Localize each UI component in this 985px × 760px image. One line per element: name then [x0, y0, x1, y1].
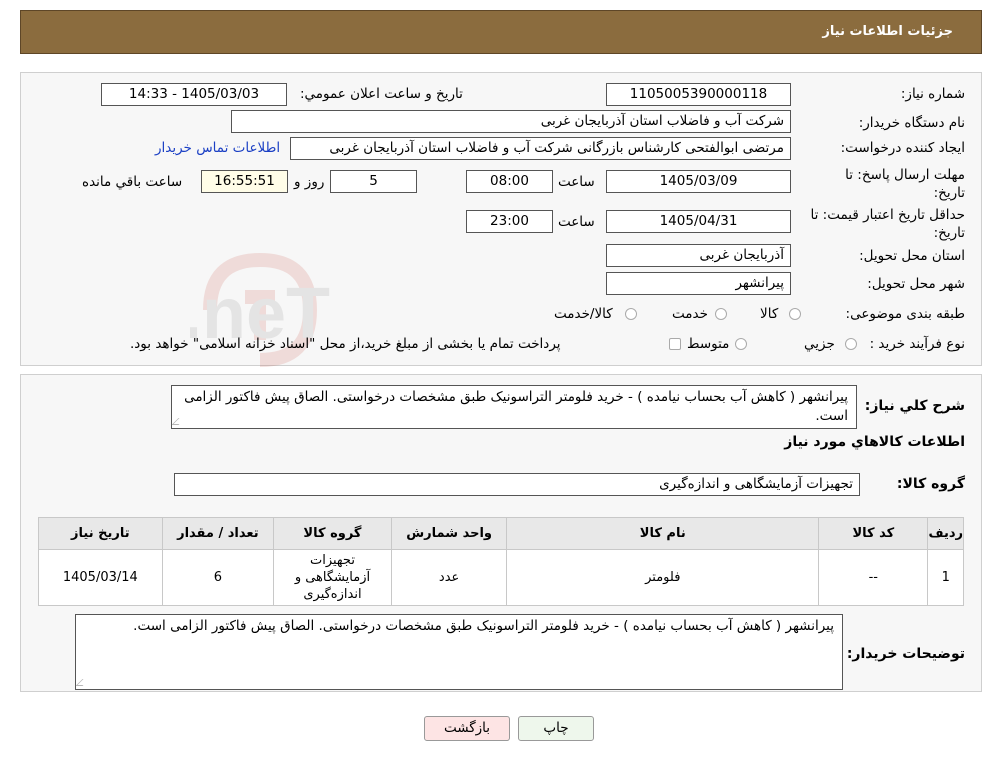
cell-row-number: 1	[927, 549, 964, 606]
category-option-service: خدمت	[672, 306, 708, 322]
buyer-notes-textarea[interactable]: پیرانشهر ( کاهش آب بحساب نیامده ) - خرید…	[75, 614, 843, 690]
deadline-date-field: 1405/03/09	[606, 170, 791, 193]
category-radio-service[interactable]	[715, 308, 727, 320]
category-option-goods-service: کالا/خدمت	[554, 306, 613, 322]
goods-group-label: گروه کالا:	[896, 476, 965, 492]
remaining-time-field: 16:55:51	[201, 170, 288, 193]
description-text: پیرانشهر ( کاهش آب بحساب نیامده ) - خرید…	[184, 389, 848, 424]
col-goods-name: نام کالا	[506, 517, 820, 550]
need-number-field: 1105005390000118	[606, 83, 791, 106]
deadline-label: مهلت ارسال پاسخ: تا تاریخ:	[845, 167, 965, 201]
process-label: نوع فرآیند خرید :	[869, 336, 965, 352]
days-label: روز و	[294, 174, 325, 190]
creator-label: ایجاد کننده درخواست:	[840, 140, 965, 156]
buyer-notes-label: توضيحات خريدار:	[846, 646, 965, 662]
deadline-time-field: 08:00	[466, 170, 553, 193]
buyer-notes-text: پیرانشهر ( کاهش آب بحساب نیامده ) - خرید…	[133, 618, 834, 634]
validity-time-field: 23:00	[466, 210, 553, 233]
description-label: شرح کلي نياز:	[864, 398, 965, 414]
goods-group-field: تجهیزات آزمایشگاهی و اندازه‌گیری	[174, 473, 860, 496]
table-row: 1 -- فلومتر عدد تجهیزات آزمایشگاهی و اند…	[38, 549, 964, 606]
announce-datetime-field: 1405/03/03 - 14:33	[101, 83, 287, 106]
buyer-org-label: نام دستگاه خريدار:	[858, 115, 965, 131]
resize-grip-icon[interactable]	[171, 418, 186, 425]
items-heading: اطلاعات کالاهاي مورد نياز	[784, 434, 965, 450]
process-option-medium: متوسط	[687, 336, 730, 352]
process-option-minor: جزیي	[804, 336, 835, 352]
col-need-date: تاريخ نياز	[38, 517, 163, 550]
buyer-org-field: شرکت آب و فاضلاب استان آذربایجان غربی	[231, 110, 791, 133]
category-option-goods: کالا	[760, 306, 779, 322]
items-table: رديف کد کالا نام کالا واحد شمارش گروه کا…	[38, 517, 964, 606]
deadline-time-label: ساعت	[558, 174, 595, 190]
cell-goods-name: فلومتر	[506, 549, 820, 606]
col-goods-group: گروه کالا	[273, 517, 392, 550]
category-label: طبقه بندی موضوعی:	[845, 306, 965, 322]
cell-need-date: 1405/03/14	[38, 549, 163, 606]
print-button[interactable]: چاپ	[518, 716, 594, 741]
description-textarea[interactable]: پیرانشهر ( کاهش آب بحساب نیامده ) - خرید…	[171, 385, 857, 429]
validity-time-label: ساعت	[558, 214, 595, 230]
process-note: پرداخت تمام یا بخشی از مبلغ خرید،از محل …	[130, 336, 561, 352]
col-quantity: تعداد / مقدار	[161, 517, 275, 550]
days-remaining-field: 5	[330, 170, 417, 193]
province-field: آذربایجان غربی	[606, 244, 791, 267]
cell-unit: عدد	[390, 549, 508, 606]
cell-goods-group: تجهیزات آزمایشگاهی و اندازه‌گیری	[273, 549, 392, 606]
page-title: جزئیات اطلاعات نیاز	[822, 24, 953, 39]
category-radio-goods[interactable]	[789, 308, 801, 320]
page-header: جزئیات اطلاعات نیاز	[20, 10, 982, 54]
back-button[interactable]: بازگشت	[424, 716, 510, 741]
col-row-number: رديف	[927, 517, 964, 550]
category-radio-goods-service[interactable]	[625, 308, 637, 320]
col-goods-code: کد کالا	[818, 517, 929, 550]
watermark-logo: AriaTender.neT	[190, 252, 330, 367]
process-radio-medium[interactable]	[735, 338, 747, 350]
creator-field: مرتضی ابوالفتحی کارشناس بازرگانی شرکت آب…	[290, 137, 791, 160]
need-number-label: شماره نیاز:	[900, 86, 965, 102]
cell-quantity: 6	[161, 549, 275, 606]
table-header-row: رديف کد کالا نام کالا واحد شمارش گروه کا…	[38, 517, 964, 550]
remaining-label: ساعت باقي مانده	[82, 174, 183, 190]
buyer-contact-link[interactable]: اطلاعات تماس خریدار	[155, 140, 280, 156]
validity-date-field: 1405/04/31	[606, 210, 791, 233]
validity-label: حداقل تاریخ اعتبار قیمت: تا تاریخ:	[810, 207, 965, 241]
announce-label: تاریخ و ساعت اعلان عمومي:	[300, 86, 463, 102]
city-field: پیرانشهر	[606, 272, 791, 295]
province-label: استان محل تحویل:	[859, 248, 965, 264]
city-label: شهر محل تحویل:	[867, 276, 965, 292]
process-checkbox-treasury[interactable]	[669, 338, 681, 350]
cell-goods-code: --	[818, 549, 929, 606]
col-unit: واحد شمارش	[390, 517, 508, 550]
process-radio-minor[interactable]	[845, 338, 857, 350]
resize-grip-icon[interactable]	[75, 679, 90, 686]
